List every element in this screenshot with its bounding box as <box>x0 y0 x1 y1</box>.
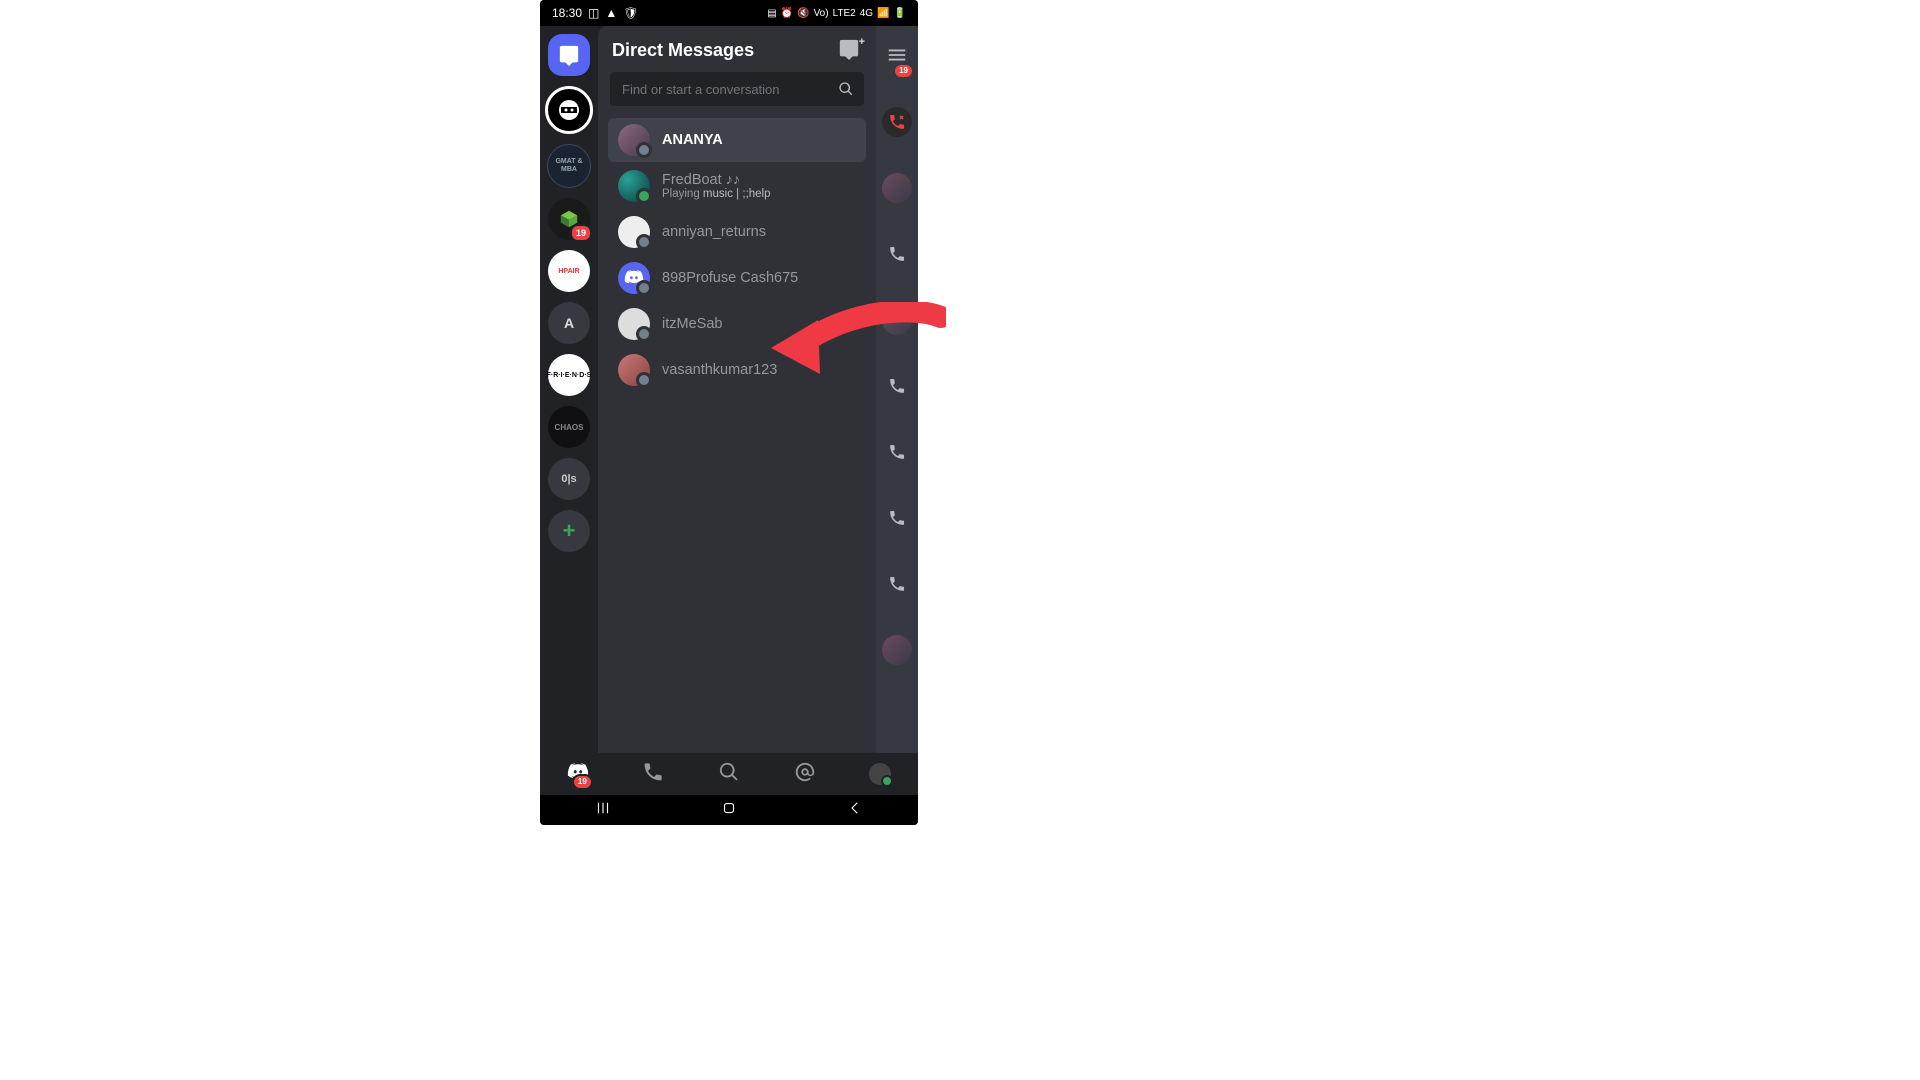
avatar <box>618 262 650 294</box>
search-input[interactable] <box>620 81 838 98</box>
signal-icon: 📶 <box>877 8 889 19</box>
dm-list[interactable]: ANANYA FredBoat ♪♪ Playing music | ;;hel… <box>606 116 868 761</box>
new-dm-button[interactable]: + <box>838 38 862 62</box>
dm-name: FredBoat ♪♪ <box>662 172 770 188</box>
tab-mentions[interactable] <box>794 761 816 788</box>
dm-name: 898Profuse Cash675 <box>662 270 798 286</box>
call-icon <box>882 437 912 467</box>
notification-badge: 19 <box>895 65 912 77</box>
server-badge: 19 <box>570 224 592 242</box>
dm-home-button[interactable] <box>548 34 590 76</box>
peek-avatar <box>882 635 912 665</box>
dm-item[interactable]: anniyan_returns <box>608 210 866 254</box>
dm-name: anniyan_returns <box>662 224 766 240</box>
net-lte: LTE2 <box>833 8 856 19</box>
tab-home[interactable]: 19 <box>567 761 589 788</box>
image-icon: ◫ <box>588 6 599 20</box>
dm-item[interactable]: FredBoat ♪♪ Playing music | ;;help <box>608 164 866 208</box>
search-bar[interactable] <box>610 72 864 106</box>
call-icon <box>882 503 912 533</box>
server-cube[interactable]: 19 <box>548 198 590 240</box>
avatar <box>618 216 650 248</box>
server-gmat[interactable]: GMAT & MBA <box>547 144 591 188</box>
tab-search[interactable] <box>718 761 740 788</box>
chat-peek-strip[interactable]: 19 <box>876 26 918 769</box>
dm-item[interactable]: ANANYA <box>608 118 866 162</box>
server-chaos[interactable]: CHAOS <box>548 406 590 448</box>
dm-item[interactable]: itzMeSab <box>608 302 866 346</box>
dm-panel: Direct Messages + ANANYA FredBoat <box>598 26 876 769</box>
server-a[interactable]: A <box>548 302 590 344</box>
server-hpair[interactable]: HPAIR <box>548 250 590 292</box>
server-rail[interactable]: GMAT & MBA 19 HPAIR A F·R·I·E·N·D·S CHAO… <box>540 26 598 769</box>
peek-avatar <box>882 305 912 335</box>
server-friends[interactable]: F·R·I·E·N·D·S <box>548 354 590 396</box>
shield-icon: 🛡 <box>623 6 638 20</box>
nfc-icon: ▤ <box>767 8 776 19</box>
alarm-icon: ⏰ <box>781 8 793 19</box>
avatar <box>618 170 650 202</box>
plus-icon: + <box>859 36 865 48</box>
panel-title: Direct Messages <box>612 40 754 61</box>
search-icon <box>838 81 854 97</box>
menu-button[interactable]: 19 <box>886 44 908 71</box>
avatar <box>618 354 650 386</box>
app-body: GMAT & MBA 19 HPAIR A F·R·I·E·N·D·S CHAO… <box>540 26 918 769</box>
tab-profile[interactable] <box>869 763 891 785</box>
server-ols[interactable]: 0|s <box>548 458 590 500</box>
statusbar: 18:30 ◫ ▲ 🛡 ▤ ⏰ 🔇 Vo) LTE2 4G 📶 🔋 <box>540 0 918 26</box>
avatar <box>618 308 650 340</box>
dm-name: vasanthkumar123 <box>662 362 777 378</box>
add-server-button[interactable]: + <box>548 510 590 552</box>
bottom-tabs[interactable]: 19 <box>540 753 918 795</box>
dm-item[interactable]: vasanthkumar123 <box>608 348 866 392</box>
net-vo: Vo) <box>814 8 829 19</box>
tab-friends[interactable] <box>642 761 664 788</box>
call-icon <box>882 371 912 401</box>
dm-item[interactable]: 898Profuse Cash675 <box>608 256 866 300</box>
phone-frame: 18:30 ◫ ▲ 🛡 ▤ ⏰ 🔇 Vo) LTE2 4G 📶 🔋 GMAT &… <box>540 0 918 825</box>
warning-icon: ▲ <box>605 6 617 20</box>
peek-avatar <box>882 173 912 203</box>
dm-activity: Playing music | ;;help <box>662 188 770 200</box>
mute-icon: 🔇 <box>797 8 809 19</box>
nav-home[interactable] <box>720 799 738 822</box>
tab-badge: 19 <box>572 774 593 790</box>
net-4g: 4G <box>860 8 873 19</box>
call-icon <box>882 239 912 269</box>
clock: 18:30 <box>552 6 582 20</box>
android-navbar[interactable] <box>540 795 918 825</box>
missed-call-icon <box>882 107 912 137</box>
nav-back[interactable] <box>846 799 864 822</box>
dm-name: itzMeSab <box>662 316 722 332</box>
nav-recent[interactable] <box>594 799 612 822</box>
avatar <box>618 124 650 156</box>
server-ninja[interactable] <box>545 86 593 134</box>
battery-icon: 🔋 <box>894 8 906 19</box>
call-icon <box>882 569 912 599</box>
dm-name: ANANYA <box>662 132 723 148</box>
